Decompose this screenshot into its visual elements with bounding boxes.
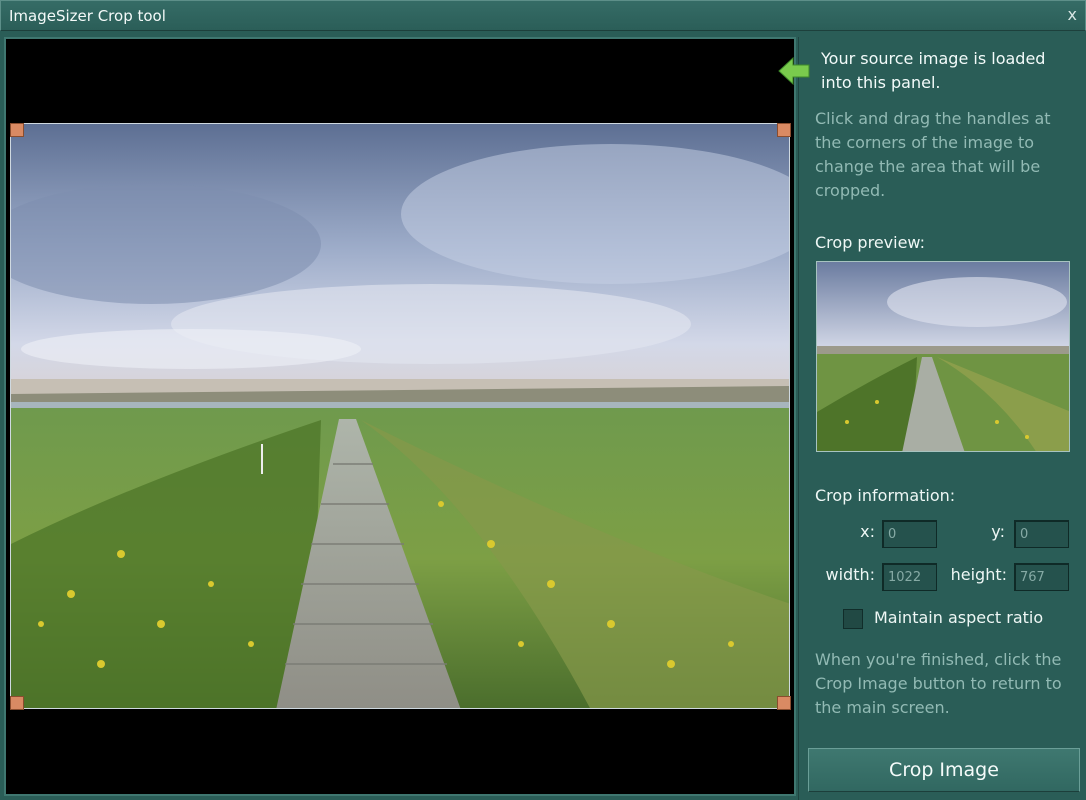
help-text: Click and drag the handles at the corner… (815, 109, 1051, 200)
source-image-panel (4, 37, 796, 796)
crop-handle-bottom-right[interactable] (777, 696, 791, 710)
height-label: height: (950, 565, 1007, 584)
crop-handle-top-left[interactable] (10, 123, 24, 137)
x-input[interactable] (882, 520, 937, 548)
y-label: y: (991, 522, 1005, 541)
x-label: x: (860, 522, 875, 541)
title-bar: ImageSizer Crop tool x (0, 0, 1086, 31)
crop-preview-label: Crop preview: (815, 233, 926, 252)
width-input[interactable] (882, 563, 937, 591)
left-arrow-icon (778, 56, 810, 86)
crop-side-panel: Your source image is loaded into this pa… (778, 37, 1086, 800)
intro-text: Your source image is loaded into this pa… (821, 49, 1046, 92)
crop-preview-image (816, 261, 1070, 452)
finish-instructions: When you're finished, click the Crop Ima… (815, 650, 1062, 717)
window-title: ImageSizer Crop tool (9, 7, 166, 25)
source-image[interactable] (10, 123, 790, 709)
landscape-photo (11, 124, 789, 708)
crop-image-button[interactable]: Crop Image (808, 748, 1080, 792)
preview-photo (817, 262, 1069, 451)
maintain-aspect-checkbox[interactable] (843, 609, 863, 629)
crop-handle-top-right[interactable] (777, 123, 791, 137)
maintain-aspect-label: Maintain aspect ratio (874, 608, 1044, 627)
y-input[interactable] (1014, 520, 1069, 548)
close-icon[interactable]: x (1068, 5, 1077, 24)
crop-handle-bottom-left[interactable] (10, 696, 24, 710)
height-input[interactable] (1014, 563, 1069, 591)
width-label: width: (825, 565, 876, 584)
crop-information-label: Crop information: (815, 486, 956, 505)
